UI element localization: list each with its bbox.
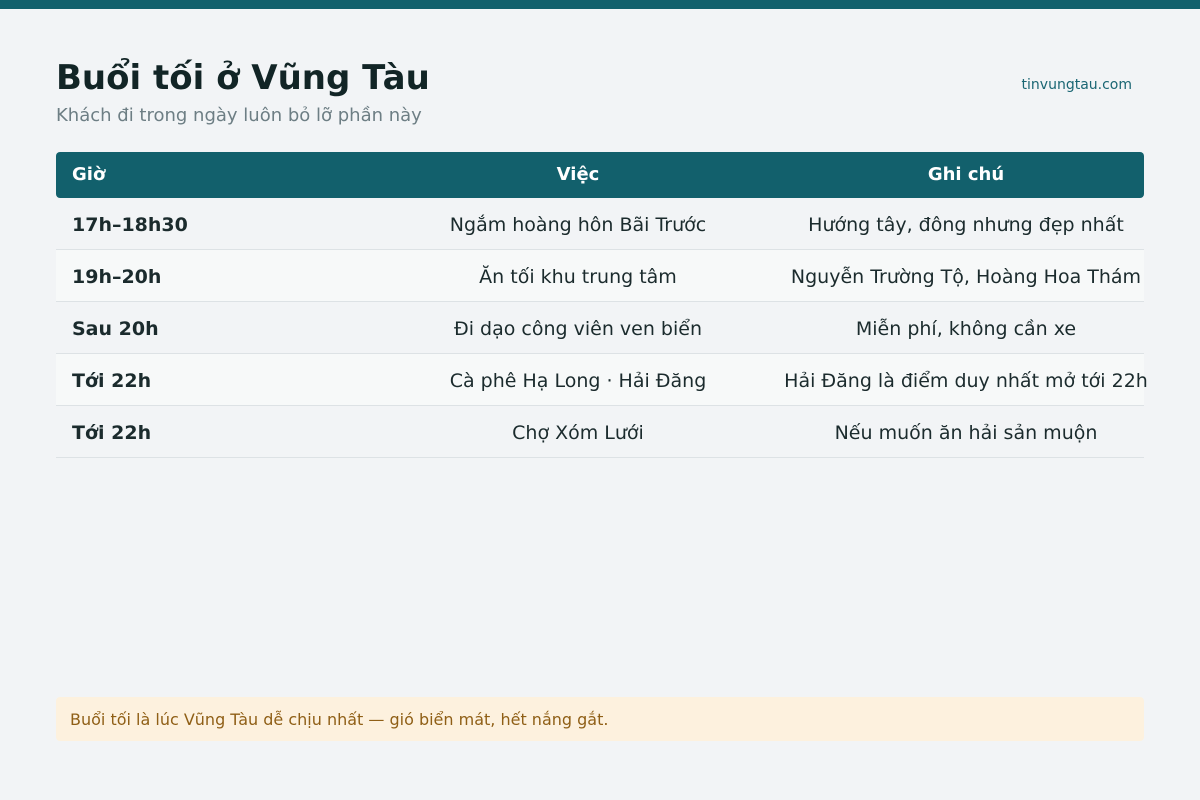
footer-note-box: Buổi tối là lúc Vũng Tàu dễ chịu nhất — … bbox=[56, 697, 1144, 741]
footer-note-text: Buổi tối là lúc Vũng Tàu dễ chịu nhất — … bbox=[70, 710, 609, 729]
table-row: 17h–18h30 Ngắm hoàng hôn Bãi Trước Hướng… bbox=[56, 198, 1144, 250]
activity-cell: Ăn tối khu trung tâm bbox=[479, 266, 677, 288]
note-cell: Nếu muốn ăn hải sản muộn bbox=[834, 422, 1098, 444]
page-title: Buổi tối ở Vũng Tàu bbox=[56, 58, 430, 98]
column-header-activity: Việc bbox=[556, 164, 600, 185]
time-cell: Sau 20h bbox=[72, 318, 159, 340]
table-row: Tới 22h Chợ Xóm Lưới Nếu muốn ăn hải sản… bbox=[56, 406, 1144, 458]
table-row: Tới 22h Cà phê Hạ Long · Hải Đăng Hải Đă… bbox=[56, 354, 1148, 406]
column-header-note: Ghi chú bbox=[927, 164, 1005, 185]
time-cell: 19h–20h bbox=[72, 266, 162, 288]
top-accent-bar bbox=[0, 0, 1200, 9]
activity-cell: Đi dạo công viên ven biển bbox=[453, 318, 702, 340]
table-row: Sau 20h Đi dạo công viên ven biển Miễn p… bbox=[56, 302, 1144, 354]
page-subtitle: Khách đi trong ngày luôn bỏ lỡ phần này bbox=[56, 105, 422, 126]
activity-cell: Cà phê Hạ Long · Hải Đăng bbox=[449, 370, 707, 392]
activity-cell: Ngắm hoàng hôn Bãi Trước bbox=[449, 214, 707, 236]
note-cell: Hải Đăng là điểm duy nhất mở tới 22h bbox=[784, 370, 1148, 392]
schedule-table: Giờ Việc Ghi chú 17h–18h30 Ngắm hoàng hô… bbox=[56, 152, 1148, 458]
time-cell: Tới 22h bbox=[72, 422, 152, 444]
note-cell: Nguyễn Trường Tộ, Hoàng Hoa Thám bbox=[790, 266, 1142, 288]
note-cell: Miễn phí, không cần xe bbox=[855, 318, 1077, 340]
activity-cell: Chợ Xóm Lưới bbox=[512, 422, 644, 444]
time-cell: Tới 22h bbox=[72, 370, 152, 392]
table-header: Giờ Việc Ghi chú bbox=[56, 152, 1144, 198]
table-row: 19h–20h Ăn tối khu trung tâm Nguyễn Trườ… bbox=[56, 250, 1144, 302]
time-cell: 17h–18h30 bbox=[72, 214, 188, 236]
column-header-time: Giờ bbox=[72, 164, 106, 185]
note-cell: Hướng tây, đông nhưng đẹp nhất bbox=[808, 214, 1124, 236]
site-name: tinvungtau.com bbox=[1021, 77, 1132, 93]
